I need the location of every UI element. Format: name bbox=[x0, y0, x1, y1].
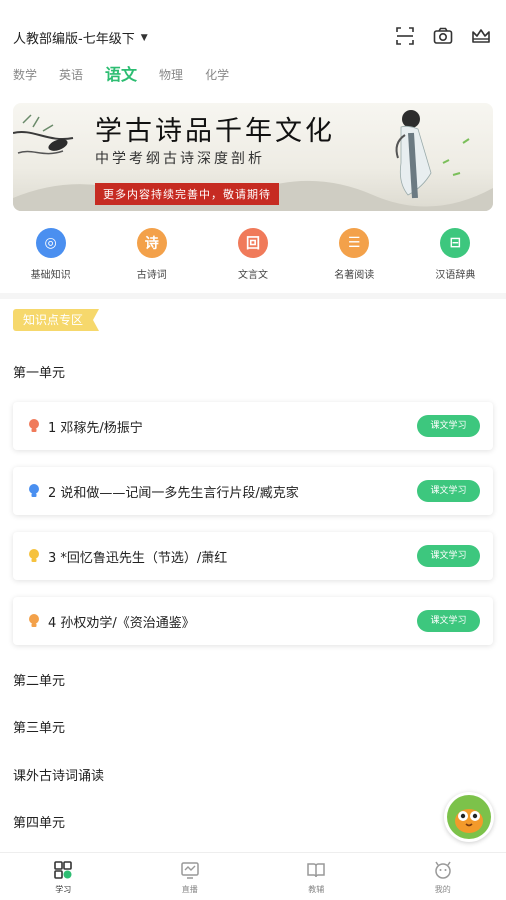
quick-links: ◎ 基础知识 诗 古诗词 回 文言文 ☰ 名著阅读 ⊟ 汉语辞典 bbox=[0, 228, 506, 288]
lesson-title: 4 孙权劝学/《资治通鉴》 bbox=[48, 615, 195, 631]
lesson-card[interactable]: 4 孙权劝学/《资治通鉴》 课文学习 bbox=[13, 597, 493, 645]
unit-title[interactable]: 第三单元 bbox=[13, 717, 65, 736]
top-icons bbox=[395, 26, 491, 46]
banner-title: 学古诗品千年文化 bbox=[95, 116, 335, 147]
lesson-card[interactable]: 1 邓稼先/杨振宁 课文学习 bbox=[13, 402, 493, 450]
mascot-assistant-button[interactable] bbox=[444, 792, 494, 842]
unit-title[interactable]: 课外古诗词诵读 bbox=[13, 765, 104, 784]
tab-materials[interactable]: 教辅 bbox=[253, 853, 380, 900]
mascot-icon bbox=[447, 795, 491, 839]
tab-label: 学习 bbox=[55, 885, 72, 894]
bulb-icon bbox=[29, 484, 39, 497]
study-text-button[interactable]: 课文学习 bbox=[417, 415, 480, 437]
top-bar: 人教部编版-七年级下 ▼ bbox=[0, 0, 506, 60]
tab-chemistry[interactable]: 化学 bbox=[205, 64, 229, 86]
promo-banner[interactable]: 学古诗品千年文化 中学考纲古诗深度剖析 更多内容持续完善中，敬请期待 bbox=[13, 103, 493, 211]
unit-title[interactable]: 第四单元 bbox=[13, 812, 65, 831]
bulb-icon bbox=[29, 549, 39, 562]
tab-study[interactable]: 学习 bbox=[0, 853, 127, 900]
lesson-title: 2 说和做——记闻一多先生言行片段/臧克家 bbox=[48, 485, 299, 501]
quick-link-poems[interactable]: 诗 古诗词 bbox=[101, 228, 202, 288]
subject-tabs: 数学 英语 语文 物理 化学 bbox=[13, 64, 251, 86]
study-icon bbox=[54, 861, 73, 879]
section-tag: 知识点专区 bbox=[13, 309, 100, 331]
classical-text-icon: 回 bbox=[238, 228, 268, 258]
lesson-title: 1 邓稼先/杨振宁 bbox=[48, 420, 143, 436]
tab-profile[interactable]: 我的 bbox=[380, 853, 506, 900]
reading-icon: ☰ bbox=[339, 228, 370, 258]
quick-link-label: 名著阅读 bbox=[334, 270, 375, 281]
live-icon bbox=[181, 862, 199, 879]
study-text-button[interactable]: 课文学习 bbox=[417, 545, 480, 567]
tab-live[interactable]: 直播 bbox=[127, 853, 254, 900]
lesson-card[interactable]: 2 说和做——记闻一多先生言行片段/臧克家 课文学习 bbox=[13, 467, 493, 515]
quick-link-label: 基础知识 bbox=[30, 270, 71, 281]
grade-label: 人教部编版-七年级下 bbox=[13, 32, 135, 47]
lesson-card[interactable]: 3 *回忆鲁迅先生（节选）/萧红 课文学习 bbox=[13, 532, 493, 580]
quick-link-basics[interactable]: ◎ 基础知识 bbox=[0, 228, 101, 288]
banner-subtitle: 中学考纲古诗深度剖析 bbox=[95, 151, 265, 167]
profile-icon bbox=[435, 861, 451, 879]
lesson-title: 3 *回忆鲁迅先生（节选）/萧红 bbox=[48, 550, 228, 566]
poem-icon: 诗 bbox=[136, 228, 167, 258]
quick-link-reading[interactable]: ☰ 名著阅读 bbox=[304, 228, 405, 288]
quick-link-label: 汉语辞典 bbox=[435, 270, 476, 281]
unit-title[interactable]: 第一单元 bbox=[13, 362, 65, 381]
bottom-tab-bar: 学习 直播 教辅 我的 bbox=[0, 852, 506, 900]
study-text-button[interactable]: 课文学习 bbox=[417, 610, 480, 632]
banner-notice: 更多内容持续完善中，敬请期待 bbox=[95, 183, 279, 205]
quick-link-classical[interactable]: 回 文言文 bbox=[202, 228, 303, 288]
tab-english[interactable]: 英语 bbox=[59, 64, 83, 86]
caret-down-icon: ▼ bbox=[140, 32, 148, 43]
quick-link-dictionary[interactable]: ⊟ 汉语辞典 bbox=[405, 228, 506, 288]
tab-label: 直播 bbox=[181, 885, 198, 894]
bulb-icon bbox=[29, 614, 39, 627]
unit-title[interactable]: 第二单元 bbox=[13, 670, 65, 689]
grade-selector[interactable]: 人教部编版-七年级下 ▼ bbox=[13, 28, 148, 47]
tab-physics[interactable]: 物理 bbox=[159, 64, 183, 86]
quick-link-label: 文言文 bbox=[238, 270, 268, 281]
quick-link-label: 古诗词 bbox=[136, 270, 167, 281]
camera-icon[interactable] bbox=[433, 26, 453, 46]
tab-label: 教辅 bbox=[308, 885, 325, 894]
compass-icon: ◎ bbox=[35, 228, 66, 258]
book-icon bbox=[307, 863, 325, 878]
study-text-button[interactable]: 课文学习 bbox=[417, 480, 480, 502]
scan-icon[interactable] bbox=[395, 26, 415, 46]
tab-math[interactable]: 数学 bbox=[13, 64, 37, 86]
tab-label: 我的 bbox=[434, 885, 451, 894]
tab-chinese[interactable]: 语文 bbox=[105, 64, 137, 86]
crown-icon[interactable] bbox=[471, 26, 491, 46]
bulb-icon bbox=[29, 419, 39, 432]
dictionary-icon: ⊟ bbox=[440, 228, 471, 258]
section-divider bbox=[0, 293, 506, 299]
